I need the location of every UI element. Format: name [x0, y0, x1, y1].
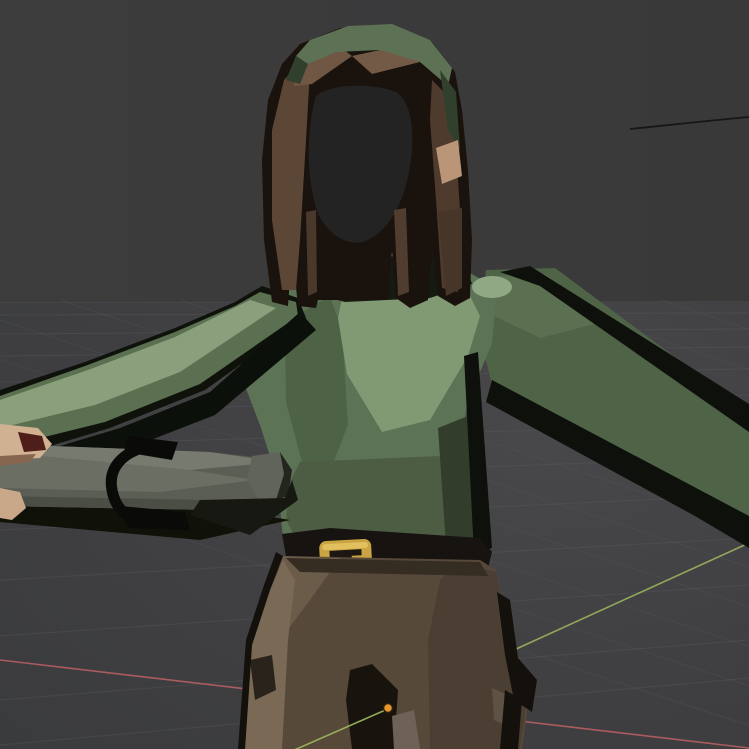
- shoulder-highlight: [472, 276, 512, 298]
- 3d-viewport[interactable]: [0, 0, 749, 749]
- object-origin-marker[interactable]: [384, 704, 393, 713]
- viewport-canvas[interactable]: [0, 0, 749, 749]
- character-pants: [238, 552, 537, 749]
- character-head: [262, 24, 472, 308]
